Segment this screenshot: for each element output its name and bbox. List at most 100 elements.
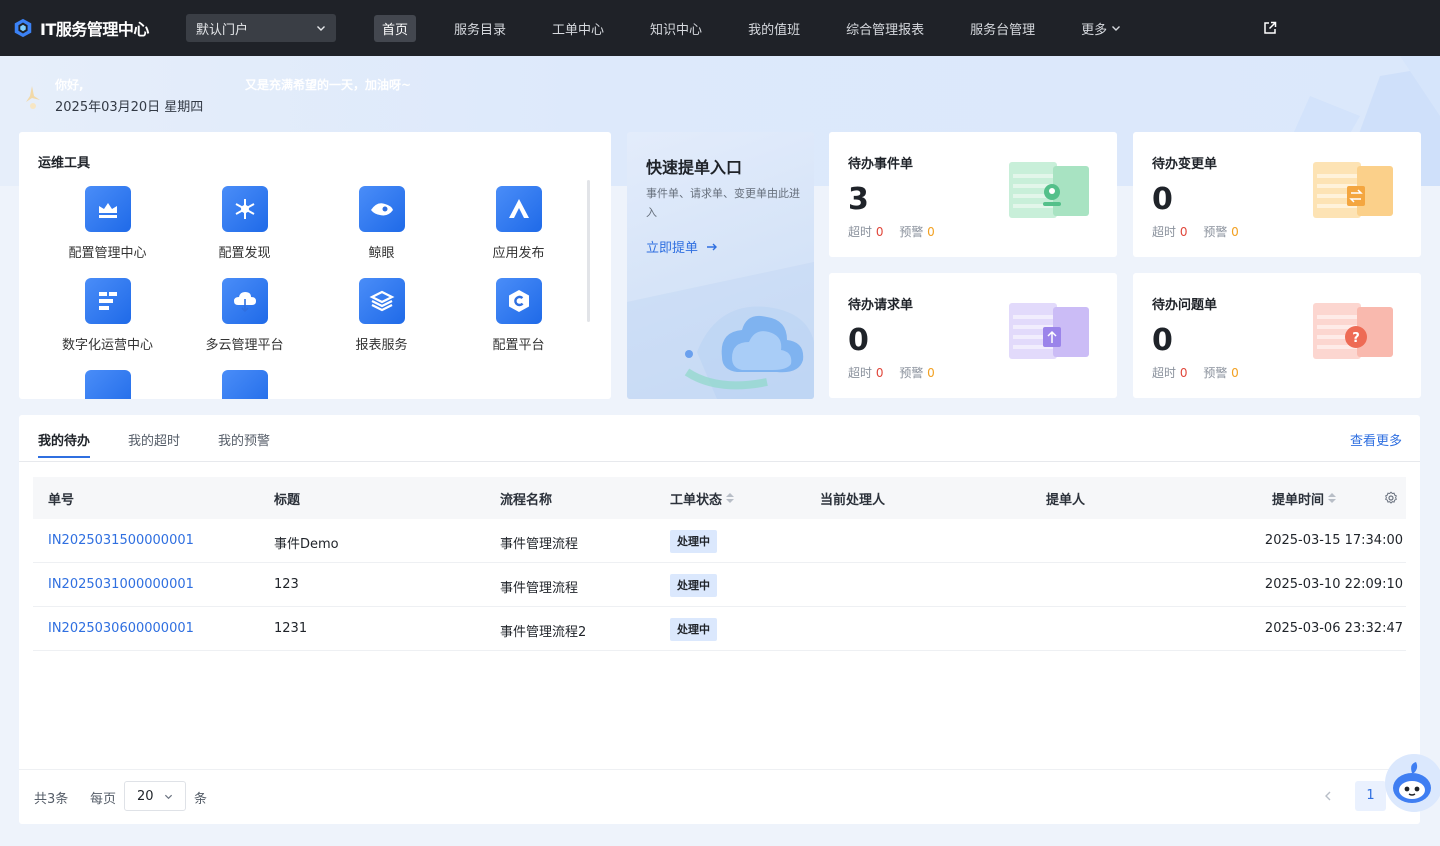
table-row[interactable]: IN2025031000000001 123 事件管理流程 处理中 2025-0… [33,563,1406,607]
tool-whale-eye[interactable]: 鲸眼 [313,186,450,261]
column-header-status[interactable]: 工单状态 [670,489,735,508]
status-badge: 处理中 [670,574,717,597]
nav-item-knowledge-center[interactable]: 知识中心 [642,15,710,42]
column-header-title[interactable]: 标题 [274,489,300,508]
tool-cmdb[interactable]: 配置管理中心 [39,186,176,261]
ops-tools-title: 运维工具 [38,156,91,171]
table-header: 单号 标题 流程名称 工单状态 当前处理人 提单人 提单时间 [33,477,1406,519]
nav-item-home[interactable]: 首页 [374,14,417,42]
warning-label: 预警 [899,225,924,239]
chevron-left-icon[interactable] [1322,790,1334,802]
column-header-handler[interactable]: 当前处理人 [820,489,885,508]
sort-icon[interactable] [1328,493,1337,503]
column-header-time-label: 提单时间 [1272,492,1325,508]
arrow-right-icon [707,243,718,250]
tool-app-release[interactable]: 应用发布 [450,186,587,261]
gear-icon[interactable] [1384,491,1398,505]
status-badge: 处理中 [670,530,717,553]
ticket-title: 123 [274,577,299,592]
page-number[interactable]: 1 [1355,781,1386,811]
column-header-submitter[interactable]: 提单人 [1046,489,1085,508]
cmdb-icon [84,186,131,232]
total-count: 共3条 [34,792,69,807]
quick-submit-card: 快速提单入口 事件单、请求单、变更单由此进入 立即提单 [627,132,814,399]
tab-my-warning[interactable]: 我的预警 [218,430,270,457]
table-row[interactable]: IN2025030600000001 1231 事件管理流程2 处理中 2025… [33,607,1406,651]
external-link-icon[interactable] [1262,20,1278,36]
column-header-status-label: 工单状态 [670,492,723,508]
app-logo[interactable]: IT服务管理中心 [12,16,186,40]
tool-config-discovery[interactable]: 配置发现 [176,186,313,261]
assistant-robot-icon[interactable] [1383,752,1440,814]
stat-card-change[interactable]: 待办变更单 0 超时 0 预警 0 [1133,132,1421,257]
nav-item-reports[interactable]: 综合管理报表 [838,15,932,42]
nav-item-more[interactable]: 更多 [1073,15,1129,42]
tool-report-service[interactable]: 报表服务 [313,278,450,353]
warning-count: 0 [927,225,935,239]
stat-title: 待办问题单 [1152,298,1218,313]
ticket-flow: 事件管理流程2 [500,625,587,640]
tools-scrollbar[interactable] [587,180,590,322]
stat-meta: 超时 0 预警 0 [1152,223,1239,240]
top-nav: IT服务管理中心 默认门户 首页 服务目录 工单中心 知识中心 我的值班 综合管… [0,0,1440,56]
tool-label: 鲸眼 [368,246,395,261]
nav-item-service-catalog[interactable]: 服务目录 [446,15,514,42]
tool-label: 配置平台 [492,338,545,353]
stat-count: 0 [848,323,869,358]
tool-label: 应用发布 [492,246,545,261]
portal-select-value: 默认门户 [196,22,249,38]
quick-submit-desc: 事件单、请求单、变更单由此进入 [646,187,800,219]
todo-panel: 我的待办 我的超时 我的预警 查看更多 单号 标题 流程名称 工单状态 当前处理… [19,415,1420,824]
tab-my-todo[interactable]: 我的待办 [38,430,91,458]
portal-select[interactable]: 默认门户 [186,14,336,42]
tab-my-overdue[interactable]: 我的超时 [128,430,180,457]
ticket-id-link[interactable]: IN2025031500000001 [48,533,194,548]
column-header-flow[interactable]: 流程名称 [500,489,552,508]
column-header-time[interactable]: 提单时间 [1272,489,1337,508]
overdue-count: 0 [1179,366,1188,380]
overdue-count: 0 [875,366,884,380]
tool-digital-ops[interactable]: 数字化运营中心 [39,278,176,353]
quick-submit-title: 快速提单入口 [646,158,743,177]
cloud-illustration [627,262,814,399]
stat-card-problem[interactable]: 待办问题单 0 超时 0 预警 0 ? [1133,273,1421,398]
column-header-id[interactable]: 单号 [48,489,74,508]
ticket-id-link[interactable]: IN2025030600000001 [48,621,194,636]
table-row[interactable]: IN2025031500000001 事件Demo 事件管理流程 处理中 202… [33,519,1406,563]
greeting-icon [26,86,40,109]
warning-count: 0 [1231,225,1239,239]
stat-title: 待办变更单 [1152,157,1218,172]
nav-item-my-duty[interactable]: 我的值班 [740,15,808,42]
digital-ops-icon [84,278,131,324]
submit-ticket-label: 立即提单 [646,241,699,256]
view-more-link[interactable]: 查看更多 [1350,430,1402,449]
stat-card-request[interactable]: 待办请求单 0 超时 0 预警 0 [829,273,1117,398]
pagination: 共3条 每页 20 条 1 [19,769,1420,824]
main-menu: 首页 服务目录 工单中心 知识中心 我的值班 综合管理报表 服务台管理 更多 [374,14,1159,42]
chevron-down-icon [164,794,173,799]
tool-partial[interactable] [39,370,176,399]
overdue-count: 0 [875,225,884,239]
todo-table: 单号 标题 流程名称 工单状态 当前处理人 提单人 提单时间 IN2025031… [33,477,1406,651]
nav-item-service-desk[interactable]: 服务台管理 [962,15,1043,42]
ticket-id-link[interactable]: IN2025031000000001 [48,577,194,592]
stat-title: 待办事件单 [848,157,914,172]
nav-item-ticket-center[interactable]: 工单中心 [544,15,612,42]
tool-config-platform[interactable]: 配置平台 [450,278,587,353]
submit-ticket-link[interactable]: 立即提单 [646,237,718,256]
tool-multicloud[interactable]: 多云管理平台 [176,278,313,353]
svg-text:?: ? [1352,331,1360,346]
request-illustration [1009,303,1089,359]
tool-label: 配置管理中心 [68,246,147,261]
page-size-select[interactable]: 20 [124,781,186,811]
sort-icon[interactable] [726,493,735,503]
ticket-time: 2025-03-15 17:34:00 [1264,533,1403,548]
stat-card-incident[interactable]: 待办事件单 3 超时 0 预警 0 [829,132,1117,257]
tool-label: 配置发现 [218,246,271,261]
tool-partial[interactable] [176,370,313,399]
nav-more-label: 更多 [1081,22,1108,38]
todo-tabs: 我的待办 我的超时 我的预警 [38,430,308,458]
tool-label: 数字化运营中心 [61,338,153,353]
change-illustration [1313,162,1393,218]
tab-divider [19,461,1420,462]
